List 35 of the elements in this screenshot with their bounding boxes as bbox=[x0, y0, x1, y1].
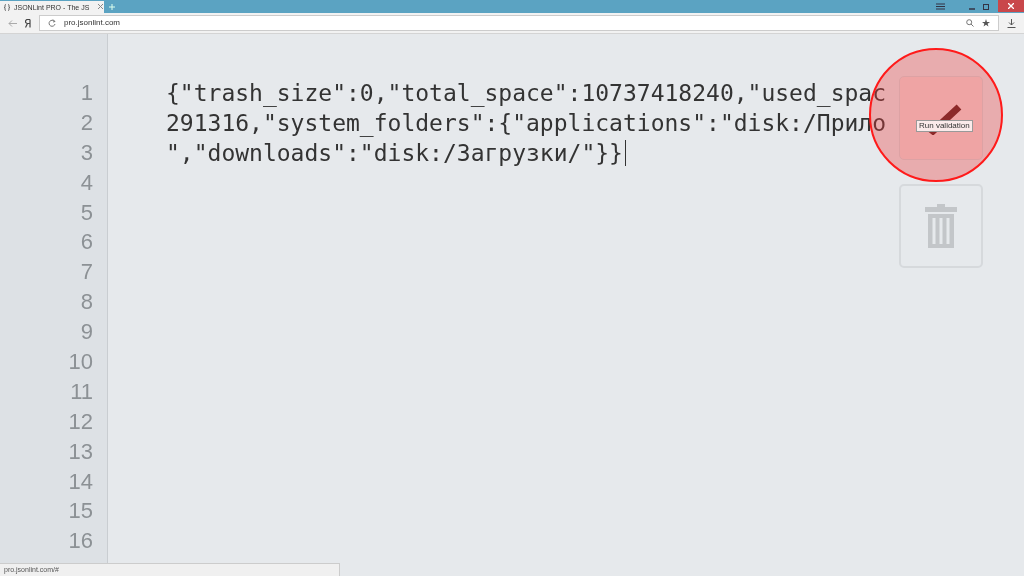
line-number: 12 bbox=[68, 407, 93, 436]
line-number: 2 bbox=[80, 108, 93, 137]
trash-icon bbox=[924, 203, 958, 249]
line-number: 4 bbox=[80, 168, 93, 197]
line-number: 7 bbox=[80, 258, 93, 287]
browser-logo-icon[interactable] bbox=[25, 18, 31, 28]
line-number: 9 bbox=[80, 318, 93, 347]
line-number: 14 bbox=[68, 467, 93, 496]
download-icon[interactable] bbox=[1007, 18, 1016, 28]
line-number: 3 bbox=[80, 138, 93, 167]
close-icon bbox=[1008, 3, 1014, 9]
line-number: 6 bbox=[80, 228, 93, 257]
line-number: 15 bbox=[68, 497, 93, 526]
star-icon[interactable] bbox=[982, 19, 990, 27]
tooltip: Run validation bbox=[916, 120, 973, 132]
menu-icon[interactable] bbox=[936, 3, 945, 10]
line-number: 10 bbox=[68, 348, 93, 376]
validate-button[interactable] bbox=[899, 76, 983, 160]
braces-icon bbox=[4, 3, 10, 11]
line-number: 13 bbox=[68, 437, 93, 466]
line-number: 5 bbox=[80, 198, 93, 227]
line-number: 8 bbox=[80, 288, 93, 317]
line-number: 1 bbox=[80, 79, 93, 107]
close-window-button[interactable] bbox=[998, 0, 1024, 12]
close-icon[interactable] bbox=[98, 4, 103, 9]
restore-icon[interactable] bbox=[983, 3, 990, 10]
text-cursor bbox=[624, 140, 626, 166]
code-line: ","downloads":"disk:/Загрузки/"}} bbox=[166, 139, 623, 168]
address-bar[interactable]: pro.jsonlint.com bbox=[39, 15, 999, 31]
line-number: 16 bbox=[68, 527, 93, 556]
url-text: pro.jsonlint.com bbox=[64, 17, 121, 29]
zoom-icon[interactable] bbox=[966, 19, 974, 27]
line-number: 11 bbox=[70, 377, 93, 406]
minimize-icon[interactable] bbox=[969, 7, 975, 10]
reload-icon[interactable] bbox=[48, 19, 56, 27]
